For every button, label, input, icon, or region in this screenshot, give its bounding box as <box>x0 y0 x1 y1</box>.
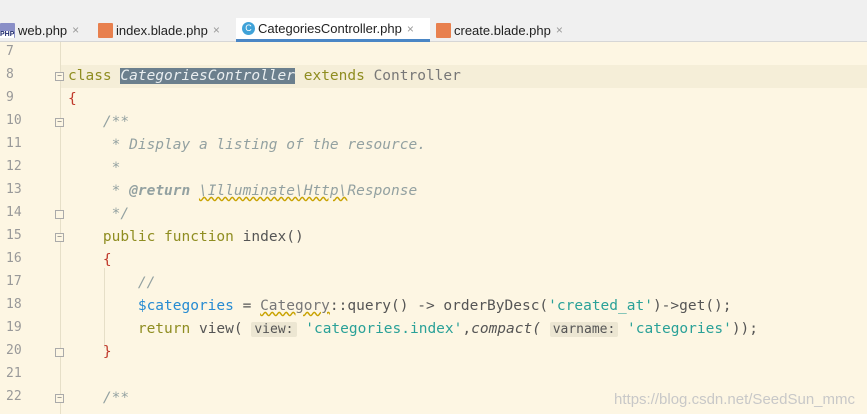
line-number: 18 <box>6 297 22 312</box>
brace: { <box>68 91 77 107</box>
line-number: 7 <box>6 44 14 59</box>
editor-tab-bar: PHP web.php × index.blade.php × C Catego… <box>0 0 867 42</box>
tab-label: web.php <box>18 22 68 38</box>
comment: * <box>102 160 121 176</box>
fold-toggle-icon[interactable]: − <box>55 118 64 127</box>
function-call: compact( <box>471 321 541 337</box>
line-number: 22 <box>6 389 22 404</box>
function-name: index() <box>242 229 304 245</box>
code-line-15[interactable]: public function index() <box>68 226 304 249</box>
line-number: 20 <box>6 343 22 358</box>
parameter-hint: varname: <box>549 322 619 337</box>
fold-end-icon[interactable] <box>55 348 64 357</box>
string: 'created_at' <box>548 298 653 314</box>
doc-type: \Illuminate\Http\ <box>198 183 348 199</box>
code-line-20[interactable]: } <box>68 341 112 364</box>
code-line-17[interactable]: // <box>68 272 155 295</box>
line-number: 10 <box>6 113 22 128</box>
operator: = <box>233 298 261 314</box>
code-line-10[interactable]: /** <box>68 111 129 134</box>
tab-label: CategoriesController.php <box>258 21 402 36</box>
line-number: 9 <box>6 90 14 105</box>
class-ref: Category <box>260 298 330 314</box>
code-text: )); <box>731 321 759 337</box>
function-call: view( <box>190 321 243 337</box>
tab-index-blade[interactable]: index.blade.php × <box>98 18 232 42</box>
keyword: extends <box>303 68 365 84</box>
keyword: public <box>102 229 156 245</box>
keyword: function <box>164 229 234 245</box>
code-line-19[interactable]: return view( view: 'categories.index',co… <box>68 318 758 341</box>
tab-label: create.blade.php <box>454 22 551 38</box>
fold-toggle-icon[interactable]: − <box>55 72 64 81</box>
string: 'categories' <box>627 321 732 337</box>
close-icon[interactable]: × <box>556 23 563 37</box>
class-name-selected: CategoriesController <box>120 68 295 84</box>
gutter-divider <box>60 42 61 414</box>
code-text: )->get(); <box>652 298 732 314</box>
watermark: https://blog.csdn.net/SeedSun_mmc <box>614 391 855 408</box>
line-number: 8 <box>6 67 14 82</box>
keyword: class <box>68 68 112 84</box>
comment: /** <box>102 390 130 406</box>
string: 'categories.index' <box>305 321 463 337</box>
fold-end-icon[interactable] <box>55 210 64 219</box>
line-number: 14 <box>6 205 22 220</box>
line-number: 11 <box>6 136 22 151</box>
tab-label: index.blade.php <box>116 22 208 38</box>
doc-type: Response <box>347 183 418 199</box>
code-line-13[interactable]: * @return \Illuminate\Http\Response <box>68 180 418 203</box>
tab-categories-controller[interactable]: C CategoriesController.php × <box>236 18 430 42</box>
brace: } <box>102 344 112 360</box>
line-number: 16 <box>6 251 22 266</box>
comment: * Display a listing of the resource. <box>102 137 426 153</box>
code-line-11[interactable]: * Display a listing of the resource. <box>68 134 426 157</box>
parent-class: Controller <box>373 68 461 84</box>
comment: // <box>137 275 156 291</box>
code-line-18[interactable]: $categories = Category::query() -> order… <box>68 295 732 318</box>
comment: */ <box>102 206 130 222</box>
comment: * <box>102 183 130 199</box>
line-number: 12 <box>6 159 22 174</box>
class-file-icon: C <box>242 22 255 35</box>
doc-tag: @return <box>129 183 191 199</box>
comment: /** <box>102 114 130 130</box>
brace: { <box>102 252 112 268</box>
line-number: 15 <box>6 228 22 243</box>
line-number: 21 <box>6 366 22 381</box>
variable: $categories <box>137 298 234 314</box>
code-text: , <box>462 321 472 337</box>
keyword: return <box>137 321 191 337</box>
close-icon[interactable]: × <box>407 22 414 36</box>
code-line-12[interactable]: * <box>68 157 121 180</box>
line-number: 19 <box>6 320 22 335</box>
code-line-14[interactable]: */ <box>68 203 129 226</box>
code-line-9[interactable]: { <box>68 88 77 111</box>
fold-toggle-icon[interactable]: − <box>55 233 64 242</box>
fold-toggle-icon[interactable]: − <box>55 394 64 403</box>
code-text: ::query() -> orderByDesc( <box>329 298 549 314</box>
line-number: 17 <box>6 274 22 289</box>
code-line-16[interactable]: { <box>68 249 112 272</box>
blade-file-icon <box>436 22 451 38</box>
php-file-icon: PHP <box>0 22 15 38</box>
code-line-22[interactable]: /** <box>68 387 129 410</box>
line-number: 13 <box>6 182 22 197</box>
code-line-8[interactable]: class CategoriesController extends Contr… <box>68 65 461 88</box>
tab-web-php[interactable]: PHP web.php × <box>0 18 92 42</box>
tab-create-blade[interactable]: create.blade.php × <box>436 18 576 42</box>
blade-file-icon <box>98 22 113 38</box>
close-icon[interactable]: × <box>72 23 79 37</box>
parameter-hint: view: <box>251 322 297 337</box>
close-icon[interactable]: × <box>213 23 220 37</box>
